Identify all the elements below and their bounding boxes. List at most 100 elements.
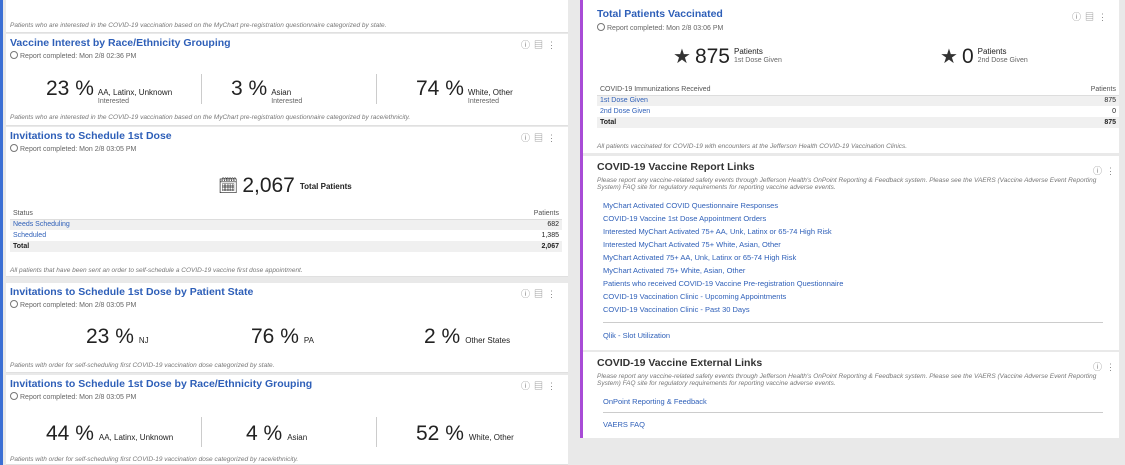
metric-white-other: 74 % White, Other Interested [416, 77, 513, 105]
card-actions: ⓘ▤⋮ [521, 38, 560, 51]
left-accent-bar [0, 0, 3, 465]
by-state-card: Invitations to Schedule 1st Dose by Pati… [6, 283, 568, 373]
divider [201, 417, 202, 447]
more-vertical-icon[interactable]: ⋮ [1098, 12, 1111, 22]
calendar-icon: 🗓 [218, 178, 239, 195]
first-dose-metric: ★ 875 Patients 1st Dose Given [673, 44, 782, 69]
state-interest-card-fragment: Patients who are interested in the COVID… [6, 0, 568, 33]
card-actions: ⓘ▤⋮ [521, 287, 560, 300]
report-time: Report completed: Mon 2/8 03:05 PM [10, 300, 136, 309]
report-link[interactable]: MyChart Activated 75+ White, Asian, Othe… [603, 266, 745, 275]
card-note: All patients vaccinated for COVID-19 wit… [597, 143, 908, 150]
external-link[interactable]: OnPoint Reporting & Feedback [603, 397, 707, 406]
info-icon[interactable]: ⓘ [1093, 166, 1106, 176]
report-link[interactable]: Interested MyChart Activated 75+ AA, Unk… [603, 227, 832, 236]
links-description: Please report any vaccine-related safety… [597, 177, 1097, 192]
report-time: Report completed: Mon 2/8 03:06 PM [597, 23, 723, 32]
report-time: Report completed: Mon 2/8 03:05 PM [10, 392, 136, 401]
external-link[interactable]: VAERS FAQ [603, 420, 645, 429]
immunizations-table: COVID-19 Immunizations Received Patients … [597, 84, 1119, 128]
clock-icon [10, 51, 18, 59]
card-title[interactable]: Invitations to Schedule 1st Dose by Race… [10, 378, 312, 390]
card-title: COVID-19 Vaccine Report Links [597, 161, 755, 173]
card-title[interactable]: Total Patients Vaccinated [597, 8, 723, 20]
card-title[interactable]: Invitations to Schedule 1st Dose by Pati… [10, 286, 253, 298]
more-vertical-icon[interactable]: ⋮ [547, 133, 560, 143]
report-time: Report completed: Mon 2/8 03:05 PM [10, 144, 136, 153]
table-row-link[interactable]: Scheduled [10, 230, 378, 241]
metric-nj: 23 % NJ [86, 325, 149, 348]
report-link[interactable]: MyChart Activated COVID Questionnaire Re… [603, 201, 778, 210]
metric-asian: 4 % Asian [246, 422, 308, 445]
star-icon: ★ [940, 46, 958, 68]
divider [376, 417, 377, 447]
info-icon[interactable]: ⓘ [1072, 12, 1085, 22]
clock-icon [10, 300, 18, 308]
card-note: Patients with order for self-scheduling … [10, 456, 299, 463]
qlik-link[interactable]: Qlik - Slot Utilization [603, 331, 670, 340]
divider [201, 74, 202, 104]
vaccinated-card: Total Patients Vaccinated Report complet… [583, 0, 1119, 153]
report-link[interactable]: Patients who received COVID-19 Vaccine P… [603, 279, 843, 288]
report-time: Report completed: Mon 2/8 02:36 PM [10, 51, 136, 60]
star-icon: ★ [673, 46, 691, 68]
more-vertical-icon[interactable]: ⋮ [547, 40, 560, 50]
metric-aa-latinx: 23 % AA, Latinx, Unknown Interested [46, 77, 173, 105]
report-link[interactable]: Interested MyChart Activated 75+ White, … [603, 240, 781, 249]
race-interest-card: Vaccine Interest by Race/Ethnicity Group… [6, 34, 568, 126]
clock-icon [597, 23, 605, 31]
report-icon[interactable]: ▤ [534, 289, 547, 299]
info-icon[interactable]: ⓘ [1093, 362, 1106, 372]
card-actions: ⓘ▤⋮ [521, 131, 560, 144]
metric-asian: 3 % Asian Interested [231, 77, 303, 105]
report-icon[interactable]: ▤ [534, 381, 547, 391]
more-vertical-icon[interactable]: ⋮ [1106, 362, 1119, 372]
total-patients-metric: 🗓 2,067 Total Patients [218, 174, 352, 197]
more-vertical-icon[interactable]: ⋮ [547, 381, 560, 391]
table-row-link[interactable]: 2nd Dose Given [597, 106, 1008, 117]
clock-icon [10, 392, 18, 400]
info-icon[interactable]: ⓘ [521, 133, 534, 143]
report-link[interactable]: COVID-19 Vaccine 1st Dose Appointment Or… [603, 214, 766, 223]
more-vertical-icon[interactable]: ⋮ [1106, 166, 1119, 176]
external-links-card: COVID-19 Vaccine External Links ⓘ⋮ Pleas… [583, 352, 1119, 438]
second-dose-metric: ★ 0 Patients 2nd Dose Given [940, 44, 1028, 69]
info-icon[interactable]: ⓘ [521, 381, 534, 391]
info-icon[interactable]: ⓘ [521, 40, 534, 50]
card-note: Patients who are interested in the COVID… [10, 22, 387, 29]
by-race-card: Invitations to Schedule 1st Dose by Race… [6, 375, 568, 465]
card-note: Patients with order for self-scheduling … [10, 362, 275, 369]
left-column: Patients who are interested in the COVID… [0, 0, 572, 465]
report-icon[interactable]: ▤ [534, 40, 547, 50]
report-icon[interactable]: ▤ [1085, 12, 1098, 22]
invitations-card: Invitations to Schedule 1st Dose Report … [6, 127, 568, 277]
card-note: All patients that have been sent an orde… [10, 267, 303, 274]
table-row-link[interactable]: 1st Dose Given [597, 95, 1009, 106]
divider [603, 412, 1103, 413]
card-actions: ⓘ⋮ [1093, 360, 1119, 373]
metric-white-other: 52 % White, Other [416, 422, 514, 445]
card-title: COVID-19 Vaccine External Links [597, 357, 763, 369]
report-link[interactable]: COVID-19 Vaccination Clinic - Upcoming A… [603, 292, 786, 301]
report-links-card: COVID-19 Vaccine Report Links ⓘ⋮ Please … [583, 156, 1119, 350]
table-row-link[interactable]: Needs Scheduling [10, 219, 379, 230]
more-vertical-icon[interactable]: ⋮ [547, 289, 560, 299]
report-link[interactable]: COVID-19 Vaccination Clinic - Past 30 Da… [603, 305, 750, 314]
metric-aa-latinx: 44 % AA, Latinx, Unknown [46, 422, 174, 445]
invitations-table: Status Patients Needs Scheduling 682 Sched… [10, 208, 562, 252]
right-column: Total Patients Vaccinated Report complet… [580, 0, 1125, 465]
report-link[interactable]: MyChart Activated 75+ AA, Unk, Latinx or… [603, 253, 796, 262]
info-icon[interactable]: ⓘ [521, 289, 534, 299]
card-actions: ⓘ▤⋮ [1072, 10, 1111, 23]
card-note: Patients who are interested in the COVID… [10, 114, 411, 121]
report-icon[interactable]: ▤ [534, 133, 547, 143]
card-actions: ⓘ▤⋮ [521, 379, 560, 392]
card-title[interactable]: Vaccine Interest by Race/Ethnicity Group… [10, 37, 231, 49]
metric-pa: 76 % PA [251, 325, 314, 348]
divider [376, 74, 377, 104]
divider [603, 322, 1103, 323]
clock-icon [10, 144, 18, 152]
card-actions: ⓘ⋮ [1093, 164, 1119, 177]
links-description: Please report any vaccine-related safety… [597, 373, 1097, 388]
card-title[interactable]: Invitations to Schedule 1st Dose [10, 130, 172, 142]
